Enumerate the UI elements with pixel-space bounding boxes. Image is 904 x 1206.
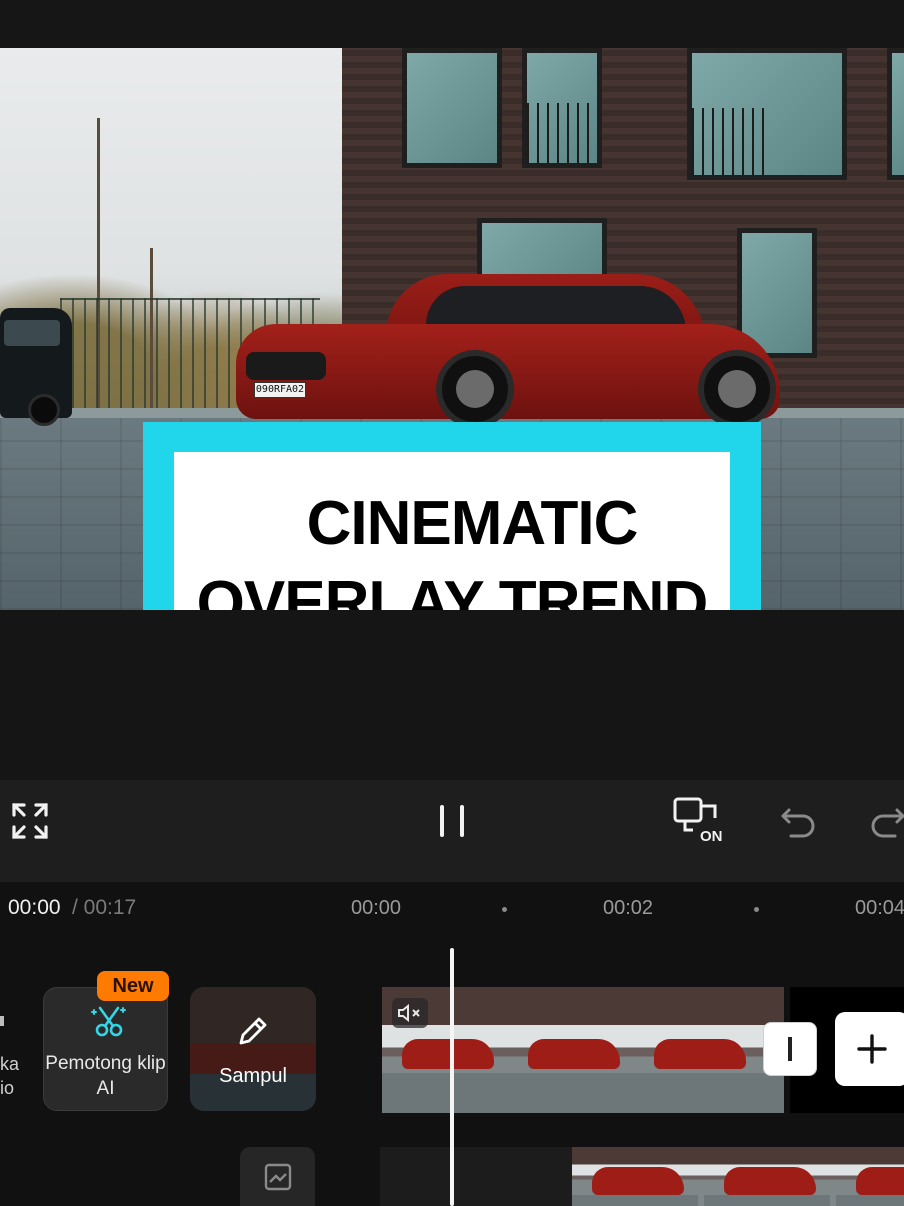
overlay-thumbnail — [836, 1147, 904, 1206]
ruler-dot — [754, 907, 759, 912]
redo-icon[interactable] — [868, 780, 904, 862]
status-bar — [0, 0, 904, 48]
overlay-track-button[interactable] — [240, 1147, 315, 1206]
building-window — [402, 48, 502, 168]
clip-thumbnail — [634, 987, 760, 1113]
cover-label: Sampul — [219, 1065, 287, 1087]
cover-button[interactable]: Sampul — [190, 987, 316, 1111]
fullscreen-icon[interactable] — [8, 780, 52, 862]
playhead[interactable] — [450, 948, 454, 1206]
building-window — [522, 48, 602, 168]
undo-icon[interactable] — [778, 780, 818, 862]
red-car: 090RFA02 — [236, 274, 780, 428]
playback-toolbar: ON — [0, 780, 904, 882]
partial-tool-dot — [0, 1016, 4, 1026]
license-plate: 090RFA02 — [254, 382, 306, 398]
ai-clip-cutter-label: Pemotong klip AI — [45, 1053, 166, 1099]
ruler-mark: 00:02 — [603, 897, 654, 919]
partial-tool-label[interactable]: ka io — [0, 1052, 19, 1100]
ruler-mark: 00:00 — [351, 897, 402, 919]
editor-canvas-background — [0, 610, 904, 780]
transition-button[interactable] — [763, 1022, 817, 1076]
building-window — [687, 48, 847, 180]
ai-clip-cutter-button[interactable]: Pemotong klip AI — [43, 987, 168, 1111]
pause-icon[interactable] — [430, 780, 474, 862]
overlay-thumbnail — [704, 1147, 836, 1206]
mute-icon[interactable] — [392, 998, 428, 1028]
time-ruler: 00:00 / 00:17 00:00 00:02 00:04 — [0, 882, 904, 936]
overlay-video-clip[interactable] — [572, 1147, 904, 1206]
add-clip-button[interactable] — [835, 1012, 904, 1086]
edit-pencil-icon — [235, 1013, 271, 1054]
partial-tool-label-line2: io — [0, 1078, 15, 1098]
main-video-clip[interactable] — [382, 987, 784, 1113]
overlay-title-line1: CINEMATIC — [306, 489, 639, 558]
current-time: 00:00 — [8, 896, 61, 919]
plus-icon — [857, 1034, 887, 1064]
preview-on-label: ON — [700, 828, 723, 845]
new-badge: New — [97, 971, 169, 1001]
overlay-track-empty — [380, 1147, 574, 1206]
partial-tool-label-line1: ka — [0, 1054, 20, 1074]
building-window — [887, 48, 904, 180]
clip-thumbnail — [508, 987, 634, 1113]
total-time: / 00:17 — [72, 896, 137, 919]
ai-scissors-icon — [88, 1002, 128, 1047]
image-overlay-icon — [264, 1163, 291, 1190]
black-suv — [0, 308, 72, 426]
preview-on-icon[interactable]: ON — [670, 780, 730, 862]
ruler-dot — [502, 907, 507, 912]
ruler-mark: 00:04 — [855, 897, 904, 919]
overlay-thumbnail — [572, 1147, 704, 1206]
